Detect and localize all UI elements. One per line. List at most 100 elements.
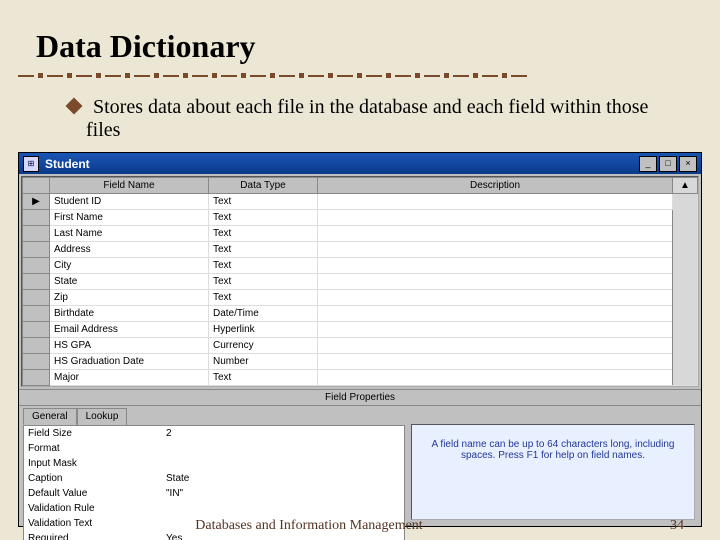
property-row[interactable]: Field Size2 — [24, 426, 404, 441]
cell-description[interactable] — [318, 290, 673, 306]
prop-value[interactable] — [162, 501, 404, 516]
row-selector[interactable] — [23, 258, 50, 274]
cell-description[interactable] — [318, 322, 673, 338]
vertical-scrollbar[interactable] — [673, 194, 698, 386]
row-selector[interactable] — [23, 322, 50, 338]
fields-grid: Field Name Data Type Description ▲ ▶Stud… — [21, 176, 699, 387]
col-description[interactable]: Description — [318, 178, 673, 194]
cell-fieldname[interactable]: Birthdate — [50, 306, 209, 322]
cell-datatype[interactable]: Text — [209, 274, 318, 290]
row-selector[interactable] — [23, 354, 50, 370]
window-title: Student — [45, 157, 637, 171]
prop-value[interactable]: 2 — [162, 426, 404, 441]
cell-fieldname[interactable]: First Name — [50, 210, 209, 226]
bullet-content: Stores data about each file in the datab… — [86, 96, 648, 141]
col-fieldname[interactable]: Field Name — [50, 178, 209, 194]
properties-pane: General Lookup Field Size2FormatInput Ma… — [19, 406, 701, 526]
table-row[interactable]: MajorText — [23, 370, 698, 386]
property-row[interactable]: CaptionState — [24, 471, 404, 486]
window-titlebar: ⊞ Student _ □ × — [19, 153, 701, 174]
row-selector[interactable] — [23, 290, 50, 306]
row-selector[interactable] — [23, 226, 50, 242]
table-row[interactable]: BirthdateDate/Time — [23, 306, 698, 322]
cell-description[interactable] — [318, 242, 673, 258]
rowselector-header — [23, 178, 50, 194]
row-selector[interactable] — [23, 306, 50, 322]
cell-fieldname[interactable]: State — [50, 274, 209, 290]
table-row[interactable]: Last NameText — [23, 226, 698, 242]
help-panel: A field name can be up to 64 characters … — [411, 424, 695, 520]
cell-description[interactable] — [318, 338, 673, 354]
cell-datatype[interactable]: Text — [209, 242, 318, 258]
prop-key: Default Value — [24, 486, 162, 501]
cell-datatype[interactable]: Hyperlink — [209, 322, 318, 338]
cell-fieldname[interactable]: HS Graduation Date — [50, 354, 209, 370]
prop-key: Caption — [24, 471, 162, 486]
table-row[interactable]: HS GPACurrency — [23, 338, 698, 354]
cell-fieldname[interactable]: Address — [50, 242, 209, 258]
cell-description[interactable] — [318, 370, 673, 386]
cell-description[interactable] — [318, 194, 673, 210]
tab-general[interactable]: General — [23, 408, 77, 425]
cell-description[interactable] — [318, 354, 673, 370]
table-row[interactable]: CityText — [23, 258, 698, 274]
table-row[interactable]: StateText — [23, 274, 698, 290]
cell-datatype[interactable]: Text — [209, 194, 318, 210]
cell-fieldname[interactable]: Email Address — [50, 322, 209, 338]
maximize-button[interactable]: □ — [659, 156, 677, 172]
slide-footer: Databases and Information Management 34 — [0, 518, 720, 534]
table-row[interactable]: First NameText — [23, 210, 698, 226]
cell-fieldname[interactable]: City — [50, 258, 209, 274]
cell-datatype[interactable]: Date/Time — [209, 306, 318, 322]
prop-key: Format — [24, 441, 162, 456]
row-selector[interactable] — [23, 242, 50, 258]
cell-datatype[interactable]: Text — [209, 290, 318, 306]
slide-title: Data Dictionary — [0, 0, 720, 73]
table-row[interactable]: AddressText — [23, 242, 698, 258]
prop-value[interactable]: State — [162, 471, 404, 486]
bullet-text: Stores data about each file in the datab… — [0, 78, 720, 146]
prop-value[interactable] — [162, 456, 404, 471]
row-selector[interactable]: ▶ — [23, 194, 50, 210]
property-row[interactable]: Input Mask — [24, 456, 404, 471]
cell-datatype[interactable]: Number — [209, 354, 318, 370]
minimize-button[interactable]: _ — [639, 156, 657, 172]
table-row[interactable]: ▶Student IDText — [23, 194, 698, 210]
property-row[interactable]: Format — [24, 441, 404, 456]
cell-description[interactable] — [318, 306, 673, 322]
cell-fieldname[interactable]: Zip — [50, 290, 209, 306]
table-row[interactable]: ZipText — [23, 290, 698, 306]
cell-fieldname[interactable]: HS GPA — [50, 338, 209, 354]
col-datatype[interactable]: Data Type — [209, 178, 318, 194]
app-icon: ⊞ — [23, 156, 39, 172]
cell-fieldname[interactable]: Major — [50, 370, 209, 386]
cell-datatype[interactable]: Text — [209, 258, 318, 274]
field-properties-header: Field Properties — [19, 389, 701, 406]
cell-datatype[interactable]: Text — [209, 226, 318, 242]
cell-description[interactable] — [318, 210, 673, 226]
property-row[interactable]: Default Value"IN" — [24, 486, 404, 501]
cell-description[interactable] — [318, 274, 673, 290]
page-number: 34 — [618, 518, 720, 534]
scroll-up-icon[interactable]: ▲ — [673, 178, 698, 194]
cell-fieldname[interactable]: Last Name — [50, 226, 209, 242]
row-selector[interactable] — [23, 274, 50, 290]
cell-datatype[interactable]: Currency — [209, 338, 318, 354]
cell-datatype[interactable]: Text — [209, 370, 318, 386]
table-row[interactable]: Email AddressHyperlink — [23, 322, 698, 338]
prop-key: Validation Rule — [24, 501, 162, 516]
row-selector[interactable] — [23, 338, 50, 354]
row-selector[interactable] — [23, 370, 50, 386]
close-button[interactable]: × — [679, 156, 697, 172]
prop-value[interactable] — [162, 441, 404, 456]
cell-datatype[interactable]: Text — [209, 210, 318, 226]
cell-description[interactable] — [318, 258, 673, 274]
cell-description[interactable] — [318, 226, 673, 242]
table-row[interactable]: HS Graduation DateNumber — [23, 354, 698, 370]
cell-fieldname[interactable]: Student ID — [50, 194, 209, 210]
prop-value[interactable]: "IN" — [162, 486, 404, 501]
row-selector[interactable] — [23, 210, 50, 226]
property-row[interactable]: Validation Rule — [24, 501, 404, 516]
tab-lookup[interactable]: Lookup — [77, 408, 128, 425]
prop-key: Input Mask — [24, 456, 162, 471]
